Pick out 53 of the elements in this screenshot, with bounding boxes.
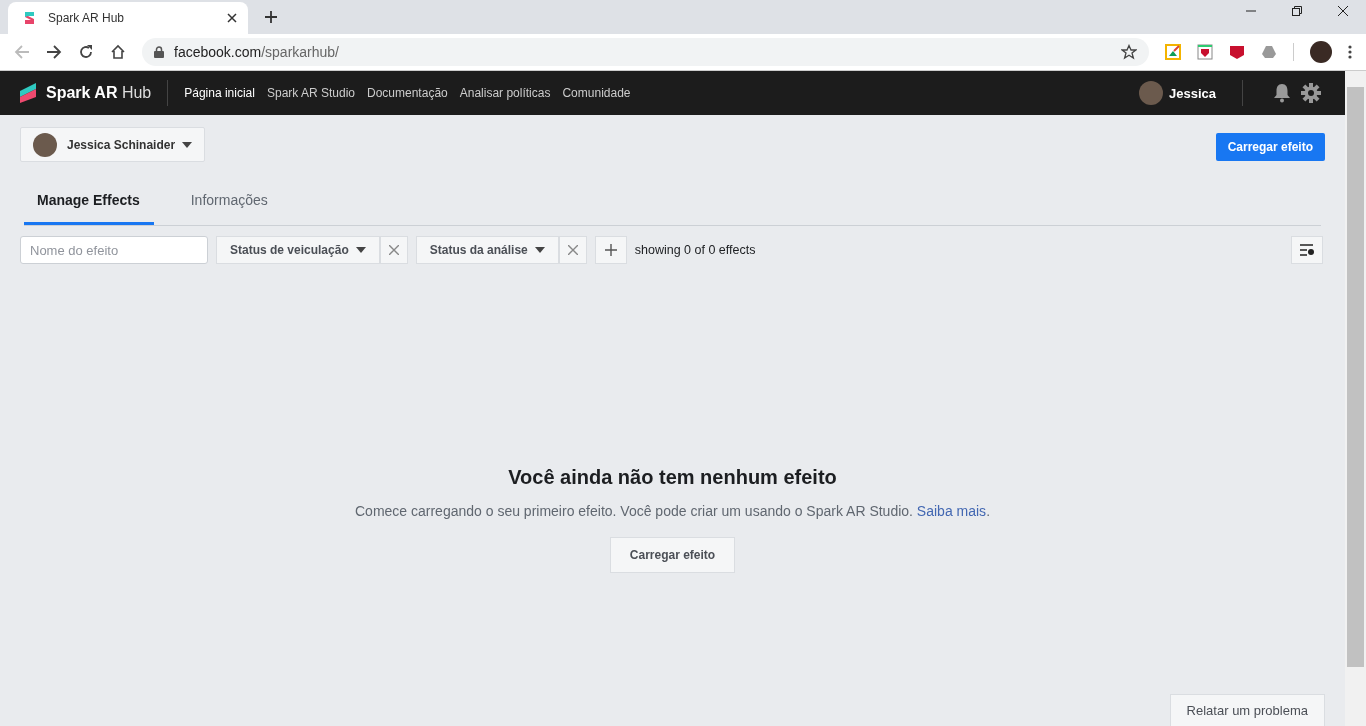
caret-icon [355, 247, 366, 253]
close-icon[interactable] [1337, 5, 1349, 17]
upload-effect-button[interactable]: Carregar efeito [609, 537, 736, 573]
close-icon[interactable] [226, 12, 238, 24]
list-settings-icon [1299, 244, 1315, 256]
user-name[interactable]: Jessica [1169, 85, 1216, 101]
nav-link[interactable]: Documentação [367, 86, 448, 100]
restore-icon[interactable] [1291, 5, 1303, 17]
address-bar[interactable]: facebook.com/sparkarhub/ [142, 38, 1149, 66]
empty-state-description: Comece carregando o seu primeiro efeito. Você pode criar um usando o Spark AR Studio. Saiba mais. [355, 503, 990, 519]
bell-icon[interactable] [1273, 83, 1291, 103]
logo-text[interactable]: Spark AR Hub [46, 84, 152, 102]
column-settings-button[interactable] [1291, 236, 1323, 264]
filter-dropdown[interactable]: Status de veiculação [216, 236, 380, 264]
scrollbar[interactable] [1345, 71, 1366, 726]
settings-icon[interactable] [1301, 83, 1321, 103]
account-dropdown[interactable]: Jessica Schinaider [20, 127, 206, 162]
caret-icon [182, 141, 193, 148]
tab[interactable]: Manage Effects [24, 184, 154, 225]
more-menu-icon[interactable] [1348, 44, 1352, 60]
shield-extension-icon[interactable] [1197, 44, 1213, 60]
search-field[interactable]: Nome do efeito [20, 236, 208, 264]
results-count: showing 0 of 0 effects [634, 243, 756, 257]
reload-icon[interactable] [78, 44, 94, 60]
nav-link[interactable]: Comunidade [562, 86, 631, 100]
caret-icon [534, 247, 545, 253]
nav-link[interactable]: Página inicial [184, 86, 255, 100]
clear-filter-button[interactable] [379, 236, 408, 264]
add-filter-button[interactable] [594, 236, 627, 264]
close-icon [567, 245, 578, 255]
user-avatar[interactable] [1139, 81, 1163, 105]
plus-icon [604, 244, 617, 256]
new-tab-icon[interactable] [264, 10, 278, 24]
filter-dropdown[interactable]: Status da análise [415, 236, 559, 264]
close-icon [388, 245, 399, 255]
clear-filter-button[interactable] [558, 236, 587, 264]
nav-link[interactable]: Analisar políticas [459, 86, 551, 100]
url-text: facebook.com/sparkarhub/ [174, 44, 339, 60]
browser-tab[interactable]: Spark AR Hub [8, 2, 248, 34]
forward-arrow-icon[interactable] [46, 44, 62, 60]
upload-effect-button[interactable]: Carregar efeito [1215, 132, 1325, 161]
image-extension-icon[interactable] [1165, 44, 1181, 60]
empty-state-title: Você ainda não tem nenhum efeito [508, 466, 837, 489]
tab[interactable]: Informações [177, 184, 282, 225]
profile-avatar[interactable] [1310, 41, 1332, 63]
spark-logo-icon[interactable] [18, 81, 38, 105]
tab-title: Spark AR Hub [48, 11, 126, 25]
home-icon[interactable] [110, 44, 126, 60]
report-problem-button[interactable]: Relatar um problema [1169, 694, 1325, 726]
nav-link[interactable]: Spark AR Studio [266, 86, 355, 100]
star-icon[interactable] [1121, 44, 1137, 60]
shield-icon[interactable] [1229, 44, 1245, 60]
lock-icon [154, 46, 164, 58]
